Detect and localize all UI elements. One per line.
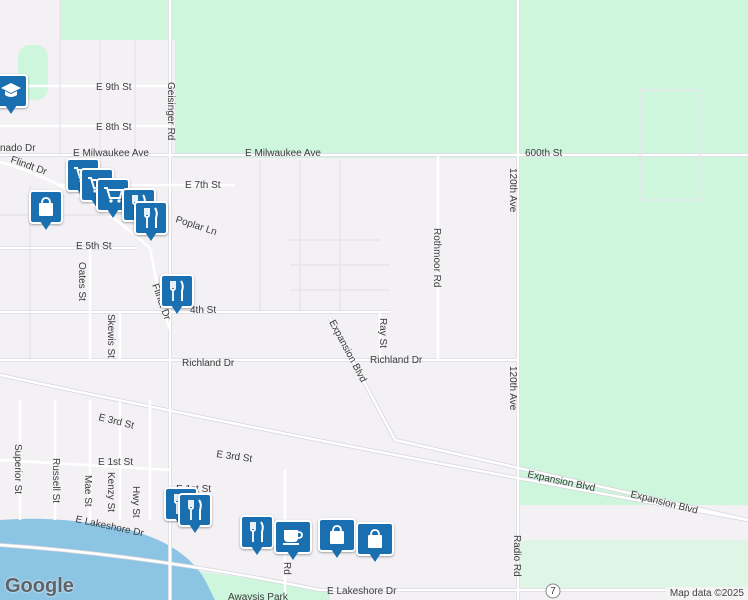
road-label-skewis-st: Skewis St xyxy=(105,314,116,358)
restaurant-icon xyxy=(160,274,194,308)
road-label-russell-st: Russell St xyxy=(50,458,61,503)
marker-cafe[interactable] xyxy=(274,520,312,564)
school-icon xyxy=(0,74,28,108)
park-area-west-top xyxy=(60,0,175,40)
road-label-tornado-dr: nado Dr xyxy=(0,143,36,154)
map-attribution[interactable]: Map data ©2025 xyxy=(665,587,748,600)
marker-shopping-3[interactable] xyxy=(356,522,394,566)
cafe-icon xyxy=(274,520,312,554)
road-label-e-7th-st: E 7th St xyxy=(185,180,221,191)
road-label-e-9th-st: E 9th St xyxy=(96,82,132,93)
road-label-e-lakeshore-dr-east: E Lakeshore Dr xyxy=(327,586,397,597)
marker-shopping-1[interactable] xyxy=(29,190,63,234)
road-label-120th-ave-south: 120th Ave xyxy=(507,366,518,411)
road-label-120th-ave: 120th Ave xyxy=(507,168,518,213)
road-label-e-3rd-st-east: E 3rd St xyxy=(216,449,254,465)
park-area-southeast xyxy=(520,540,748,590)
road-label-oates-st: Oates St xyxy=(76,262,87,301)
road-label-e-milwaukee-ave-east: E Milwaukee Ave xyxy=(245,148,321,159)
road-label-ray-st: Ray St xyxy=(377,318,388,348)
park-label-awaysis-park: Awaysis Park xyxy=(228,592,289,600)
marker-school[interactable] xyxy=(0,74,28,118)
park-area-north xyxy=(175,0,518,158)
shopping-bag-icon xyxy=(29,190,63,224)
road-label-600th-st: 600th St xyxy=(525,148,562,159)
road-label-superior-st: Superior St xyxy=(12,444,23,494)
marker-shopping-2[interactable] xyxy=(318,518,356,562)
shopping-bag-icon xyxy=(356,522,394,556)
road-label-e-8th-st: E 8th St xyxy=(96,122,132,133)
road-label-e-3rd-st: E 3rd St xyxy=(97,412,135,431)
road-label-hwy-st: Hwy St xyxy=(130,486,141,518)
road-label-mae-st: Mae St xyxy=(82,475,93,507)
road-label-poplar-ln: Poplar Ln xyxy=(174,214,218,238)
restaurant-icon xyxy=(134,201,168,235)
google-logo: Google xyxy=(5,575,74,597)
road-label-e-5th-st: E 5th St xyxy=(76,241,112,252)
shopping-bag-icon xyxy=(318,518,356,552)
map-canvas[interactable]: 7 E 9th St E 8th St nado Dr E Milwaukee … xyxy=(0,0,748,600)
route-7-shield-number: 7 xyxy=(550,586,556,597)
road-label-rothmoor-rd: Rothmoor Rd xyxy=(431,228,442,287)
road-label-e-1st-st: E 1st St xyxy=(98,457,133,468)
restaurant-icon xyxy=(240,515,274,549)
marker-restaurant-5[interactable] xyxy=(178,493,212,537)
marker-restaurant-6[interactable] xyxy=(240,515,274,559)
park-area-east xyxy=(518,0,748,505)
road-label-expansion-blvd: Expansion Blvd xyxy=(326,318,368,384)
restaurant-icon xyxy=(178,493,212,527)
road-label-radio-rd: Radio Rd xyxy=(511,535,522,577)
road-label-richland-dr: Richland Dr xyxy=(182,358,235,369)
road-label-flindt-dr: Flindt Dr xyxy=(9,154,49,177)
road-label-kenzy-st: Kenzy St xyxy=(105,472,116,512)
road-label-geisinger-rd: Geisinger Rd xyxy=(165,82,176,140)
marker-restaurant-3[interactable] xyxy=(160,274,194,318)
marker-restaurant-2[interactable] xyxy=(134,201,168,245)
road-label-richland-dr-east: Richland Dr xyxy=(370,355,423,366)
